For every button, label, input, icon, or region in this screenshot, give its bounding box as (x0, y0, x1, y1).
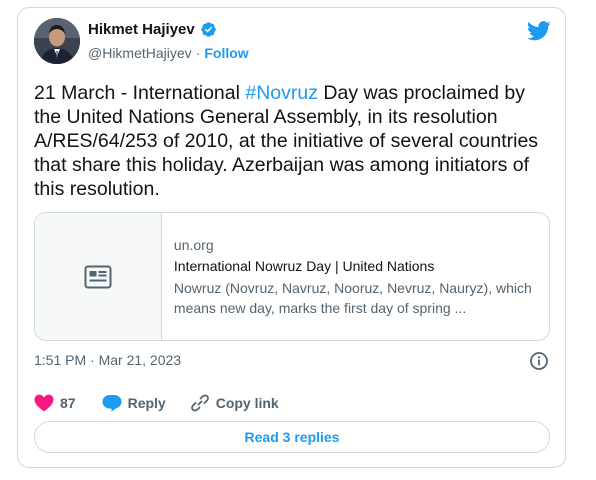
avatar[interactable] (34, 18, 80, 64)
link-domain: un.org (173, 237, 214, 253)
avatar-image (34, 18, 80, 64)
link-preview-card[interactable]: un.org International Nowruz Day | United… (34, 212, 550, 341)
link-thumbnail (35, 213, 162, 340)
reply-label: Reply (127, 395, 166, 411)
author-name[interactable]: Hikmet Hajiyev (88, 21, 195, 38)
author-name-row: Hikmet Hajiyev (88, 21, 217, 38)
info-icon[interactable] (529, 351, 549, 371)
handle-separator: · (195, 45, 201, 61)
link-title: International Nowruz Day | United Nation… (173, 258, 435, 274)
action-bar: 87 Reply Copy link (34, 393, 279, 413)
verified-badge-icon (200, 21, 217, 38)
link-description: Nowruz (Novruz, Navruz, Nooruz, Nevruz, … (173, 280, 532, 316)
reply-bubble-icon (102, 394, 122, 412)
reply-button[interactable]: Reply (102, 394, 166, 412)
read-replies-button[interactable]: Read 3 replies (34, 421, 550, 453)
link-info: un.org International Nowruz Day | United… (162, 213, 549, 340)
like-button[interactable]: 87 (34, 394, 76, 412)
tweet-card: Hikmet Hajiyev @HikmetHajiyev · Follow 2… (17, 7, 566, 468)
follow-button[interactable]: Follow (204, 45, 248, 61)
tweet-timestamp[interactable]: 1:51 PM · Mar 21, 2023 (34, 352, 181, 368)
tweet-text-start: 21 March - International (34, 82, 246, 104)
author-handle[interactable]: @HikmetHajiyev (88, 45, 192, 61)
copy-link-label: Copy link (215, 395, 279, 411)
heart-icon (34, 394, 54, 412)
link-icon (190, 393, 210, 413)
hashtag-link[interactable]: #Novruz (245, 82, 318, 104)
author-handle-row: @HikmetHajiyev · Follow (88, 45, 249, 61)
like-count: 87 (60, 395, 76, 411)
twitter-bird-icon[interactable] (527, 21, 551, 41)
article-icon (84, 265, 112, 288)
copy-link-button[interactable]: Copy link (190, 393, 279, 413)
tweet-text: 21 March - International #Novruz Day was… (34, 81, 546, 201)
